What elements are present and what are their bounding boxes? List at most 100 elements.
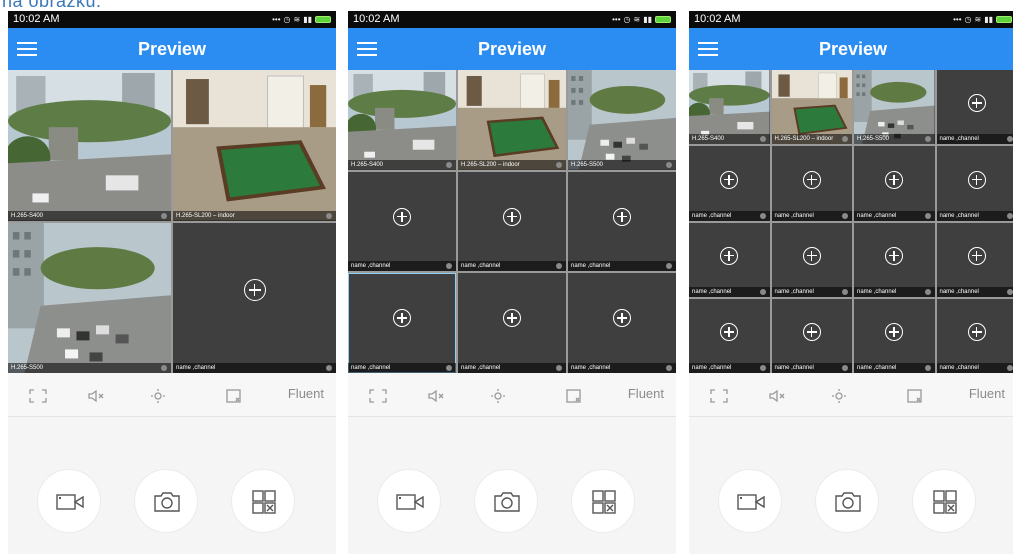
add-channel-icon[interactable]	[393, 207, 411, 226]
channel-status-dot-icon	[924, 288, 931, 295]
mute-icon[interactable]	[86, 388, 106, 404]
channel-status-dot-icon	[666, 161, 672, 168]
empty-channel-tile[interactable]: name ,channel	[689, 222, 770, 297]
stream-quality-button[interactable]: Fluent	[288, 386, 324, 401]
record-button[interactable]	[37, 469, 101, 533]
empty-channel-tile[interactable]: name ,channel	[568, 273, 676, 373]
camera-feed-tile[interactable]: H.265-S400	[348, 70, 456, 170]
channel-label: H.265-S500	[8, 363, 171, 373]
add-channel-icon[interactable]	[967, 170, 986, 189]
empty-channel-tile[interactable]: name ,channel	[936, 146, 1013, 221]
camera-feed-tile[interactable]: H.265-S500	[8, 222, 171, 373]
channel-status-dot-icon	[556, 161, 562, 168]
add-channel-icon[interactable]	[720, 323, 739, 342]
add-channel-icon[interactable]	[243, 279, 266, 302]
layout-switch-button[interactable]	[912, 469, 976, 533]
ptz-icon[interactable]	[148, 388, 168, 404]
empty-channel-tile[interactable]: name ,channel	[771, 222, 852, 297]
notification-dots-icon: •••	[953, 15, 962, 24]
notification-dots-icon: •••	[272, 15, 281, 24]
channel-label: name ,channel	[689, 363, 770, 373]
camera-feed-tile[interactable]: H.265-SL200 – indoor	[771, 70, 852, 145]
add-channel-icon[interactable]	[613, 207, 631, 226]
empty-channel-tile[interactable]: name ,channel	[771, 146, 852, 221]
notification-dots-icon: •••	[612, 15, 621, 24]
channel-status-dot-icon	[842, 212, 848, 219]
channel-label: name ,channel	[458, 261, 566, 272]
alarm-icon: ◷	[283, 15, 291, 24]
preview-toolbar: Fluent	[348, 373, 676, 417]
channel-label: name ,channel	[854, 363, 935, 373]
camera-feed-tile[interactable]: H.265-S500	[568, 70, 676, 170]
add-channel-icon[interactable]	[802, 323, 821, 342]
channel-label: H.265-S500	[854, 134, 935, 145]
camera-feed-tile[interactable]: H.265-SL200 – indoor	[173, 70, 336, 221]
channel-status-dot-icon	[924, 212, 931, 219]
channel-label: name ,channel	[568, 362, 676, 373]
snapshot-button[interactable]	[474, 469, 538, 533]
fullscreen-icon[interactable]	[368, 388, 388, 404]
stream-quality-button[interactable]: Fluent	[969, 386, 1005, 401]
wifi-icon: ≋	[974, 15, 982, 24]
camera-feed-tile[interactable]: H.265-SL200 – indoor	[458, 70, 566, 170]
stream-quality-button[interactable]: Fluent	[628, 386, 664, 401]
fullscreen-icon[interactable]	[28, 388, 48, 404]
empty-channel-tile[interactable]: name ,channel	[771, 298, 852, 373]
empty-channel-tile[interactable]: name ,channel	[936, 70, 1013, 145]
empty-channel-tile[interactable]: name ,channel	[854, 146, 935, 221]
empty-channel-tile[interactable]: name ,channel	[936, 222, 1013, 297]
camera-feed-tile[interactable]: H.265-S400	[689, 70, 770, 145]
empty-channel-tile[interactable]: name ,channel	[458, 273, 566, 373]
channel-status-dot-icon	[1007, 288, 1013, 295]
add-channel-icon[interactable]	[885, 170, 904, 189]
add-channel-icon[interactable]	[885, 246, 904, 265]
empty-channel-tile[interactable]: name ,channel	[348, 273, 456, 373]
ptz-icon[interactable]	[829, 388, 849, 404]
empty-channel-tile[interactable]: name ,channel	[458, 171, 566, 272]
mute-icon[interactable]	[426, 388, 446, 404]
camera-feed-tile[interactable]: H.265-S500	[854, 70, 935, 145]
app-bar: Preview	[689, 28, 1013, 70]
close-window-icon[interactable]	[224, 388, 244, 404]
layout-switch-button[interactable]	[571, 469, 635, 533]
add-channel-icon[interactable]	[503, 207, 521, 226]
add-channel-icon[interactable]	[802, 170, 821, 189]
empty-channel-tile[interactable]: name ,channel	[936, 298, 1013, 373]
add-channel-icon[interactable]	[967, 94, 986, 113]
fullscreen-icon[interactable]	[709, 388, 729, 404]
add-channel-icon[interactable]	[885, 323, 904, 342]
empty-channel-tile[interactable]: name ,channel	[173, 222, 336, 373]
add-channel-icon[interactable]	[967, 323, 986, 342]
channel-status-dot-icon	[1007, 212, 1013, 219]
add-channel-icon[interactable]	[967, 246, 986, 265]
empty-channel-tile[interactable]: name ,channel	[689, 298, 770, 373]
close-window-icon[interactable]	[905, 388, 925, 404]
add-channel-icon[interactable]	[393, 309, 411, 328]
empty-channel-tile[interactable]: name ,channel	[568, 171, 676, 272]
snapshot-button[interactable]	[134, 469, 198, 533]
close-window-icon[interactable]	[564, 388, 584, 404]
channel-label: name ,channel	[458, 362, 566, 373]
mute-icon[interactable]	[767, 388, 787, 404]
wifi-icon: ≋	[633, 15, 641, 24]
ptz-icon[interactable]	[488, 388, 508, 404]
record-button[interactable]	[377, 469, 441, 533]
add-channel-icon[interactable]	[720, 246, 739, 265]
empty-channel-tile[interactable]: name ,channel	[689, 146, 770, 221]
empty-channel-tile[interactable]: name ,channel	[854, 298, 935, 373]
channel-label: name ,channel	[348, 261, 456, 272]
battery-icon	[655, 16, 671, 23]
camera-feed-tile[interactable]: H.265-S400	[8, 70, 171, 221]
add-channel-icon[interactable]	[503, 309, 521, 328]
add-channel-icon[interactable]	[802, 246, 821, 265]
snapshot-button[interactable]	[815, 469, 879, 533]
channel-label: name ,channel	[936, 210, 1013, 221]
channel-status-dot-icon	[759, 288, 766, 295]
add-channel-icon[interactable]	[613, 309, 631, 328]
add-channel-icon[interactable]	[720, 170, 739, 189]
empty-channel-tile[interactable]: name ,channel	[348, 171, 456, 272]
record-button[interactable]	[718, 469, 782, 533]
empty-channel-tile[interactable]: name ,channel	[854, 222, 935, 297]
layout-switch-button[interactable]	[231, 469, 295, 533]
channel-label: H.265-S400	[689, 134, 770, 145]
